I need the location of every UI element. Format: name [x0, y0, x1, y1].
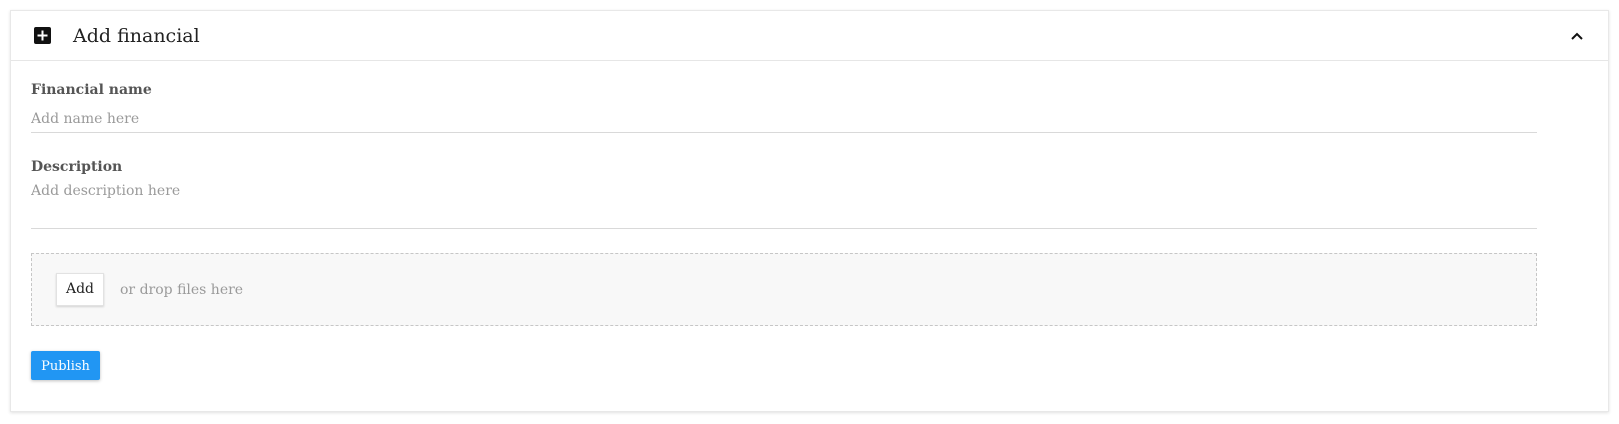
drop-files-hint: or drop files here [120, 282, 244, 298]
add-financial-panel: Add financial Financial name Description… [10, 10, 1609, 412]
description-input[interactable] [31, 182, 1537, 229]
publish-button[interactable]: Publish [31, 351, 100, 380]
add-file-button[interactable]: Add [56, 273, 104, 306]
panel-header[interactable]: Add financial [11, 11, 1608, 61]
file-dropzone[interactable]: Add or drop files here [31, 253, 1537, 326]
collapse-button[interactable] [1566, 26, 1588, 46]
financial-name-input[interactable] [31, 106, 1537, 133]
description-label: Description [31, 159, 123, 175]
financial-name-label: Financial name [31, 82, 152, 98]
plus-square-icon [34, 27, 51, 44]
chevron-up-icon [1571, 32, 1583, 40]
panel-title: Add financial [73, 25, 200, 47]
